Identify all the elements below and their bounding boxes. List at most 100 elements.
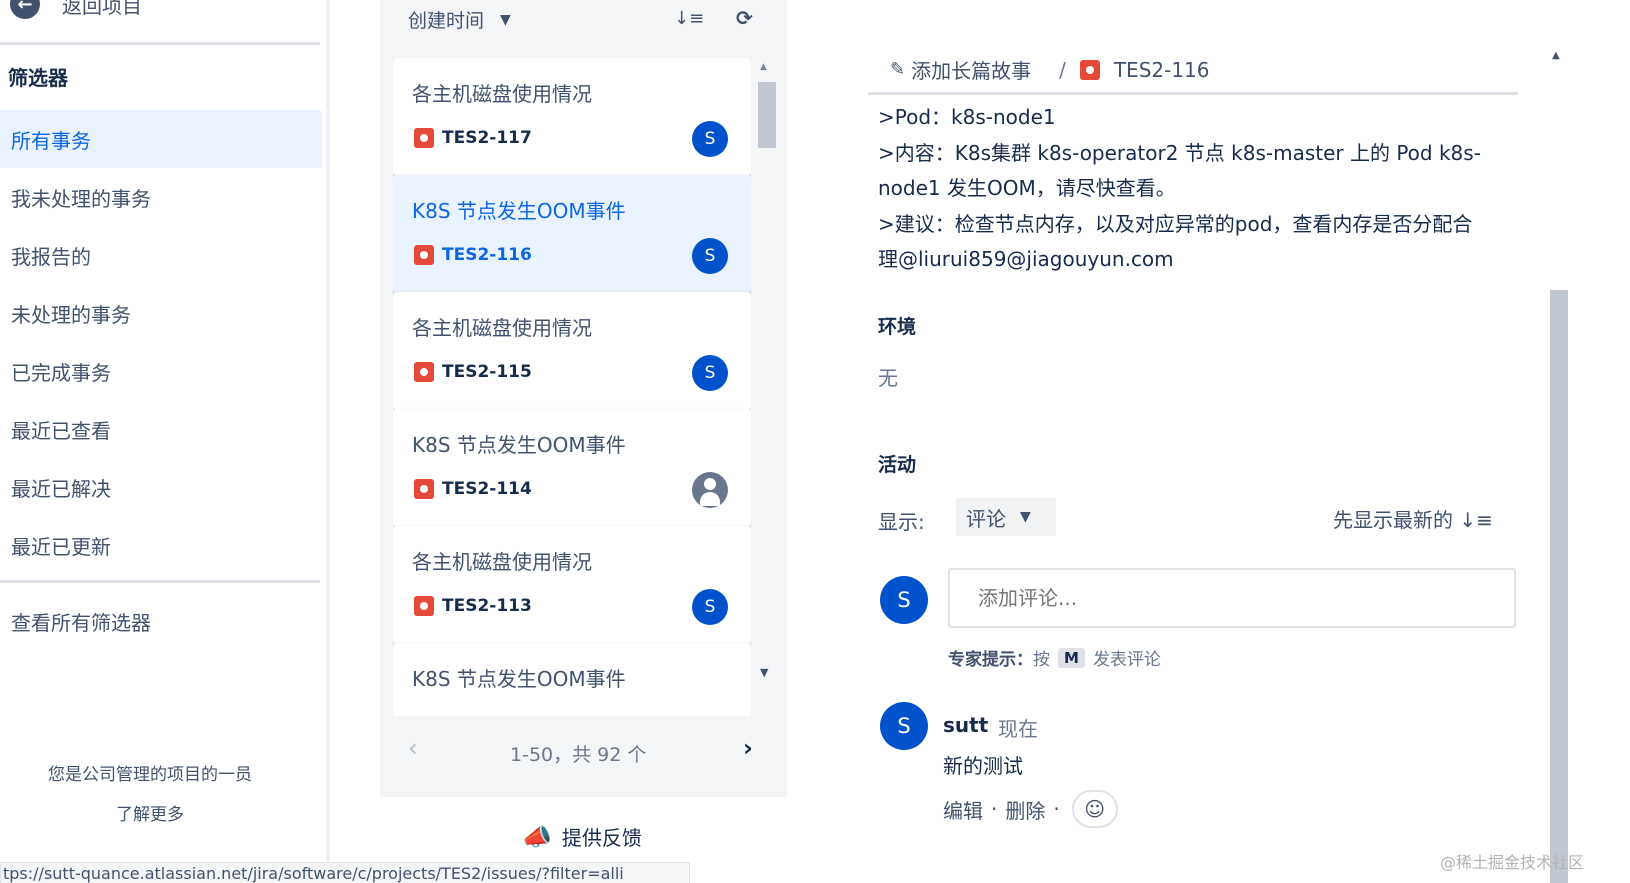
issue-list-pane: 创建时间 ▼ ↓≡ ⟳ 各主机磁盘使用情况 TES2-117 S K8S 节点发… (380, 0, 787, 797)
sidebar-item-reported-by-me[interactable]: 我报告的 (0, 226, 322, 284)
pencil-icon: ✎ (890, 59, 906, 80)
assignee-avatar[interactable]: S (692, 589, 728, 625)
pro-tip-suffix: 发表评论 (1092, 650, 1161, 670)
comment-timestamp: 现在 (998, 717, 1038, 741)
chevron-down-icon: ▼ (1020, 509, 1031, 525)
edit-comment-link[interactable]: 编辑 (943, 795, 983, 824)
issue-card-title: K8S 节点发生OOM事件 (412, 667, 626, 691)
sort-newest-first-button[interactable]: 先显示最新的 ↓≡ (1333, 504, 1493, 533)
assignee-avatar[interactable]: S (692, 238, 728, 274)
pagination: ‹ 1-50，共 92 个 › (380, 730, 787, 770)
sidebar-item-done-issues[interactable]: 已完成事务 (0, 342, 322, 400)
megaphone-icon: 📣 (522, 822, 552, 851)
scrollbar-thumb[interactable] (758, 82, 776, 148)
activity-type-value: 评论 (966, 506, 1006, 531)
issue-key: TES2-116 (442, 245, 532, 265)
issue-card[interactable]: K8S 节点发生OOM事件 TES2-114 (393, 409, 751, 527)
view-all-filters-link[interactable]: 查看所有筛选器 (0, 592, 322, 650)
separator-dot: · (991, 797, 998, 821)
comment-author[interactable]: sutt (943, 713, 988, 737)
environment-heading: 环境 (878, 316, 917, 338)
sort-field-label: 创建时间 (408, 10, 485, 32)
sidebar-item-recently-resolved[interactable]: 最近已解决 (0, 458, 322, 516)
give-feedback-button[interactable]: 📣 提供反馈 (522, 822, 642, 851)
breadcrumb-issue-key[interactable]: TES2-116 (1114, 58, 1210, 82)
issue-card-selected[interactable]: K8S 节点发生OOM事件 TES2-116 S (393, 175, 751, 293)
issue-card-key-row: TES2-113 (414, 596, 532, 616)
issue-card-title: 各主机磁盘使用情况 (412, 550, 592, 574)
issue-list-scrollbar[interactable]: ▲ ▼ (756, 62, 776, 712)
pro-tip-press: 按 (1033, 650, 1050, 670)
issue-card-list: 各主机磁盘使用情况 TES2-117 S K8S 节点发生OOM事件 TES2-… (393, 58, 751, 716)
bug-icon (414, 362, 434, 382)
issue-description[interactable]: >Pod：k8s-node1 >内容：K8s集群 k8s-operator2 节… (878, 100, 1498, 278)
sidebar-item-recently-updated[interactable]: 最近已更新 (0, 516, 322, 574)
arrow-left-icon: ← (10, 0, 40, 19)
divider (868, 92, 1518, 95)
scroll-up-arrow-icon[interactable]: ▲ (760, 62, 767, 72)
scroll-up-arrow-icon[interactable]: ▲ (1552, 50, 1560, 61)
refresh-icon[interactable]: ⟳ (736, 6, 753, 30)
sidebar-item-all-issues[interactable]: 所有事务 (0, 110, 322, 168)
sort-desc-icon[interactable]: ↓≡ (674, 8, 704, 29)
issue-card[interactable]: 各主机磁盘使用情况 TES2-117 S (393, 58, 751, 176)
sidebar-item-my-open-issues[interactable]: 我未处理的事务 (0, 168, 322, 226)
chevron-down-icon: ▼ (500, 11, 511, 28)
back-label: 返回项目 (62, 0, 142, 18)
description-line: 理@liurui859@jiagouyun.com (878, 247, 1174, 271)
chevron-left-icon[interactable]: ‹ (408, 734, 418, 762)
status-bar-url: tps://sutt-quance.atlassian.net/jira/sof… (0, 862, 690, 883)
bug-icon (1079, 59, 1100, 80)
scrollbar-thumb[interactable] (1550, 290, 1568, 883)
add-reaction-button[interactable]: ☺ (1071, 790, 1118, 828)
detail-scrollbar[interactable]: ▲ (1548, 46, 1568, 883)
sidebar-item-open-issues[interactable]: 未处理的事务 (0, 284, 322, 342)
chevron-right-icon[interactable]: › (743, 734, 753, 762)
environment-value[interactable]: 无 (878, 362, 898, 391)
pagination-summary: 1-50，共 92 个 (510, 744, 647, 766)
activity-type-dropdown[interactable]: 评论 ▼ (956, 498, 1056, 536)
delete-comment-link[interactable]: 删除 (1005, 795, 1045, 824)
unassigned-avatar-icon[interactable] (692, 472, 728, 508)
scroll-down-arrow-icon[interactable]: ▼ (760, 666, 768, 679)
divider (0, 42, 320, 45)
emoji-icon: ☺ (1084, 797, 1106, 821)
activity-heading: 活动 (878, 454, 917, 476)
breadcrumb: ✎ 添加长篇故事 / TES2-116 (890, 55, 1210, 84)
comment-body: 新的测试 (943, 754, 1023, 778)
assignee-avatar[interactable]: S (692, 355, 728, 391)
add-comment-input[interactable] (948, 568, 1516, 628)
learn-more-link[interactable]: 了解更多 (0, 800, 300, 825)
issue-card[interactable]: 各主机磁盘使用情况 TES2-113 S (393, 526, 751, 644)
avatar-head (704, 478, 716, 490)
pro-tip: 专家提示： 按 M 发表评论 (948, 645, 1161, 670)
sort-field-dropdown[interactable]: 创建时间 ▼ (408, 6, 511, 33)
description-line: node1 发生OOM，请尽快查看。 (878, 176, 1176, 200)
bug-icon (414, 245, 434, 265)
issue-key: TES2-117 (442, 128, 532, 148)
comment-author-avatar[interactable]: S (880, 702, 928, 750)
description-line: >建议：检查节点内存，以及对应异常的pod，查看内存是否分配合 (878, 211, 1473, 236)
shortcut-key: M (1058, 647, 1085, 668)
issue-card[interactable]: K8S 节点发生OOM事件 (393, 643, 751, 716)
pro-tip-prefix: 专家提示： (948, 650, 1033, 670)
filter-section-title: 筛选器 (8, 66, 68, 90)
issue-key: TES2-114 (442, 479, 532, 499)
issue-detail-pane: ✎ 添加长篇故事 / TES2-116 >Pod：k8s-node1 >内容：K… (868, 0, 1568, 883)
divider (0, 580, 320, 583)
issue-card-title: 各主机磁盘使用情况 (412, 316, 592, 340)
issue-card-key-row: TES2-116 (414, 245, 532, 265)
newest-first-label: 先显示最新的 (1333, 508, 1453, 532)
issue-card-title: K8S 节点发生OOM事件 (412, 199, 626, 223)
add-epic-link[interactable]: 添加长篇故事 (911, 55, 1031, 84)
back-to-project-link[interactable]: ← 返回项目 (10, 0, 142, 22)
separator-dot: · (1053, 797, 1060, 821)
issue-card-key-row: TES2-117 (414, 128, 532, 148)
sidebar-item-recently-viewed[interactable]: 最近已查看 (0, 400, 322, 458)
bug-icon (414, 596, 434, 616)
avatar-body (700, 492, 720, 506)
breadcrumb-separator: / (1059, 57, 1066, 82)
assignee-avatar[interactable]: S (692, 121, 728, 157)
description-line: >Pod：k8s-node1 (878, 105, 1056, 129)
issue-card[interactable]: 各主机磁盘使用情况 TES2-115 S (393, 292, 751, 410)
